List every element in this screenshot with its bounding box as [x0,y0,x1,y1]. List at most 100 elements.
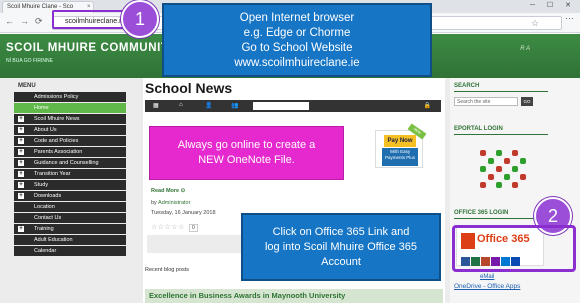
page-title: School News [145,80,233,96]
expand-plus-icon[interactable]: + [18,226,24,232]
eportal-tile [488,174,494,180]
sidebar-item[interactable]: Location [14,202,126,212]
back-icon[interactable]: ← [5,16,14,26]
sidebar-item-label: Adult Education [34,237,73,243]
sidebar-item[interactable]: + Study [14,180,126,190]
sidebar-item-label: Study [34,182,49,188]
post-author: by Administrator [151,200,190,206]
email-link[interactable]: eMail [480,274,494,280]
users-icon[interactable]: 👥 [231,102,238,109]
eportal-tile [512,166,518,172]
sidebar-item[interactable]: + Training [14,224,126,234]
sidebar-item-label: Admissions Policy [34,94,79,100]
window-controls[interactable]: ─ ☐ ✕ [530,1,576,9]
sidebar-item[interactable]: + Downloads [14,191,126,201]
excellence-post-title[interactable]: Excellence in Business Awards in Maynoot… [149,291,345,300]
expand-plus-icon[interactable]: + [18,138,24,144]
step-1-badge: 1 [121,0,159,38]
search-heading: SEARCH [454,83,480,89]
expand-plus-icon[interactable]: + [18,116,24,122]
eportal-tile [496,182,502,188]
expand-plus-icon[interactable]: + [18,171,24,177]
read-more-icon: ⊙ [180,188,186,194]
news-search-input[interactable] [253,102,309,110]
sidebar-item[interactable]: Adult Education [14,235,126,245]
recent-posts-label: Recent blog posts [145,267,190,273]
sidebar-item-label: About Us [34,127,57,133]
sidebar-item[interactable]: + Guidance and Counselling [14,158,126,168]
expand-plus-icon[interactable]: + [18,182,24,188]
eportal-tile [504,158,510,164]
browser-instruction-callout: Open Internet browser e.g. Edge or Chorm… [162,3,432,77]
sidebar-item-label: Location [34,204,55,210]
onenote-instruction-callout: Always go online to create a NEW OneNote… [149,126,344,180]
rating-stars[interactable]: ☆☆☆☆☆ [151,223,185,231]
sidebar-item-label: Calendar [34,248,57,254]
header-decoration: R A [520,46,530,52]
post-footer-box [147,235,247,253]
eportal-heading: EPORTAL LOGIN [454,126,503,132]
blog-post-strip: Excellence in Business Awards in Maynoot… [145,289,443,303]
grid-icon[interactable]: ▦ [153,102,159,109]
sidebar-item[interactable]: + Transition Year [14,169,126,179]
sidebar-menu: MENU Admissions Policy Home + Scoil Mhuire … [14,81,126,257]
lock-icon[interactable]: 🔒 [424,102,431,109]
author-prefix: by [151,200,157,206]
sidebar-item-label: Code and Policies [34,138,79,144]
sidebar-item-label: Training [34,226,54,232]
eportal-tile [480,150,486,156]
pay-now-label: Pay Now [384,135,416,147]
sidebar-item[interactable]: + About Us [14,125,126,135]
news-toolbar: ▦ ⌂ 👤 👥 🔒 [145,100,441,112]
office-365-highlight-box [452,225,576,272]
menu-items: Admissions Policy Home + Scoil Mhuire News +… [14,92,126,256]
eportal-tile [488,158,494,164]
user-icon[interactable]: 👤 [205,102,212,109]
eportal-logo-icon[interactable] [480,150,532,194]
url-highlight-box [52,10,126,29]
onedrive-link[interactable]: OneDrive - Office Apps [454,283,520,290]
sidebar-item[interactable]: Admissions Policy [14,92,126,102]
eportal-tile [480,166,486,172]
sidebar-item-label: Contact Us [34,215,62,221]
payments-banner[interactable]: Pay Now With Easy Payments Plus NEW [375,123,427,168]
favorite-star-icon[interactable]: ☆ [531,18,539,29]
sidebar-item-label: Guidance and Counselling [34,160,99,166]
browser-menu-icon[interactable]: ⋯ [565,13,574,24]
eportal-tile [504,174,510,180]
school-motto: NÍ BUA GO FIRINNE [6,58,53,64]
divider [454,91,548,92]
forward-icon[interactable]: → [20,16,29,26]
refresh-icon[interactable]: ⟳ [35,16,43,27]
menu-title: MENU [18,83,36,89]
sidebar-item[interactable]: Home [14,103,126,113]
divider [454,134,548,135]
expand-plus-icon[interactable]: + [18,160,24,166]
sidebar-item[interactable]: + Scoil Mhuire News [14,114,126,124]
school-name[interactable]: SCOIL MHUIRE COMMUNITY [6,42,177,54]
rating-count: 0 [189,224,198,232]
eportal-tile [520,174,526,180]
eportal-tile [480,182,486,188]
author-link[interactable]: Administrator [158,200,190,206]
expand-plus-icon[interactable]: + [18,127,24,133]
eportal-tile [520,158,526,164]
sidebar-item-label: Transition Year [34,171,71,177]
search-go-button[interactable]: GO [521,97,533,106]
sidebar-item[interactable]: Calendar [14,246,126,256]
expand-plus-icon[interactable]: + [18,149,24,155]
sidebar-item-label: Home [34,105,49,111]
read-more-label: Read More [151,188,180,194]
expand-plus-icon[interactable]: + [18,193,24,199]
site-search-input[interactable]: Search the site [454,97,518,106]
eportal-tile [496,166,502,172]
sidebar-item[interactable]: + Code and Policies [14,136,126,146]
sidebar-item-label: Scoil Mhuire News [34,116,80,122]
eportal-tile [512,182,518,188]
sidebar-item[interactable]: Contact Us [14,213,126,223]
eportal-tile [512,150,518,156]
home-icon[interactable]: ⌂ [179,102,183,108]
sidebar-item[interactable]: + Parents Association [14,147,126,157]
read-more-link[interactable]: Read More ⊙ [151,188,185,194]
office-instruction-callout: Click on Office 365 Link and log into Sc… [241,213,441,281]
